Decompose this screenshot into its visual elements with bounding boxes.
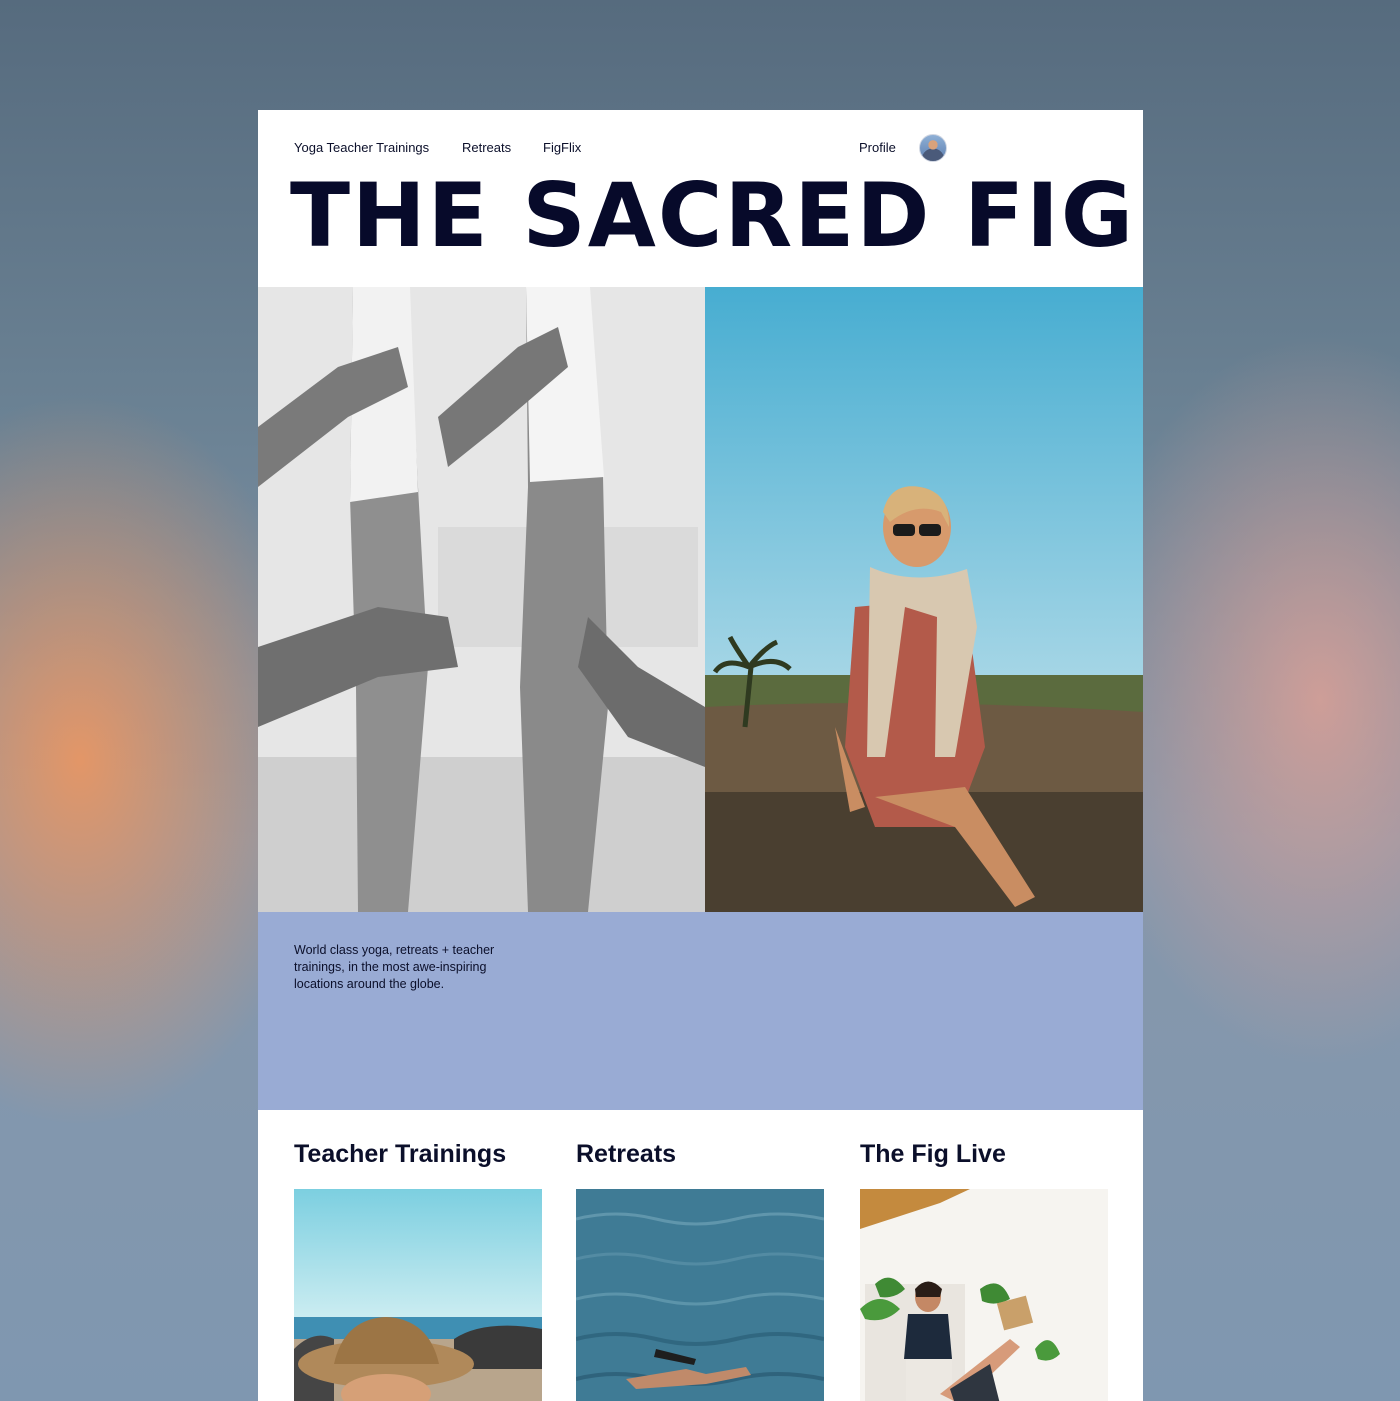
beach-hat-illustration [294, 1189, 542, 1401]
section-title-retreats[interactable]: Retreats [576, 1140, 676, 1169]
legs-photo-illustration [258, 287, 705, 912]
swimmers-sea-illustration [576, 1189, 824, 1401]
intro-band: World class yoga, retreats + teacher tra… [258, 912, 1143, 1110]
card-image-retreats[interactable] [576, 1189, 824, 1401]
section-title-teacher-trainings[interactable]: Teacher Trainings [294, 1140, 506, 1169]
yoga-studio-illustration [860, 1189, 1108, 1401]
user-avatar-icon[interactable] [919, 134, 947, 162]
nav-item-yoga-teacher-trainings[interactable]: Yoga Teacher Trainings [294, 140, 429, 155]
nav-item-figflix[interactable]: FigFlix [543, 140, 581, 155]
nav-item-profile[interactable]: Profile [859, 140, 896, 155]
intro-text: World class yoga, retreats + teacher tra… [294, 943, 495, 991]
woman-photo-illustration [705, 287, 1143, 912]
site-title: THE SACRED FIG [290, 164, 1136, 267]
hero-image-woman-sunset [705, 287, 1143, 912]
card-image-teacher-trainings[interactable] [294, 1189, 542, 1401]
nav-item-retreats[interactable]: Retreats [462, 140, 511, 155]
page: Yoga Teacher Trainings Retreats FigFlix … [258, 110, 1143, 1401]
section-title-the-fig-live[interactable]: The Fig Live [860, 1140, 1006, 1169]
card-image-the-fig-live[interactable] [860, 1189, 1108, 1401]
hero-image-stretch: live joy [258, 287, 705, 912]
